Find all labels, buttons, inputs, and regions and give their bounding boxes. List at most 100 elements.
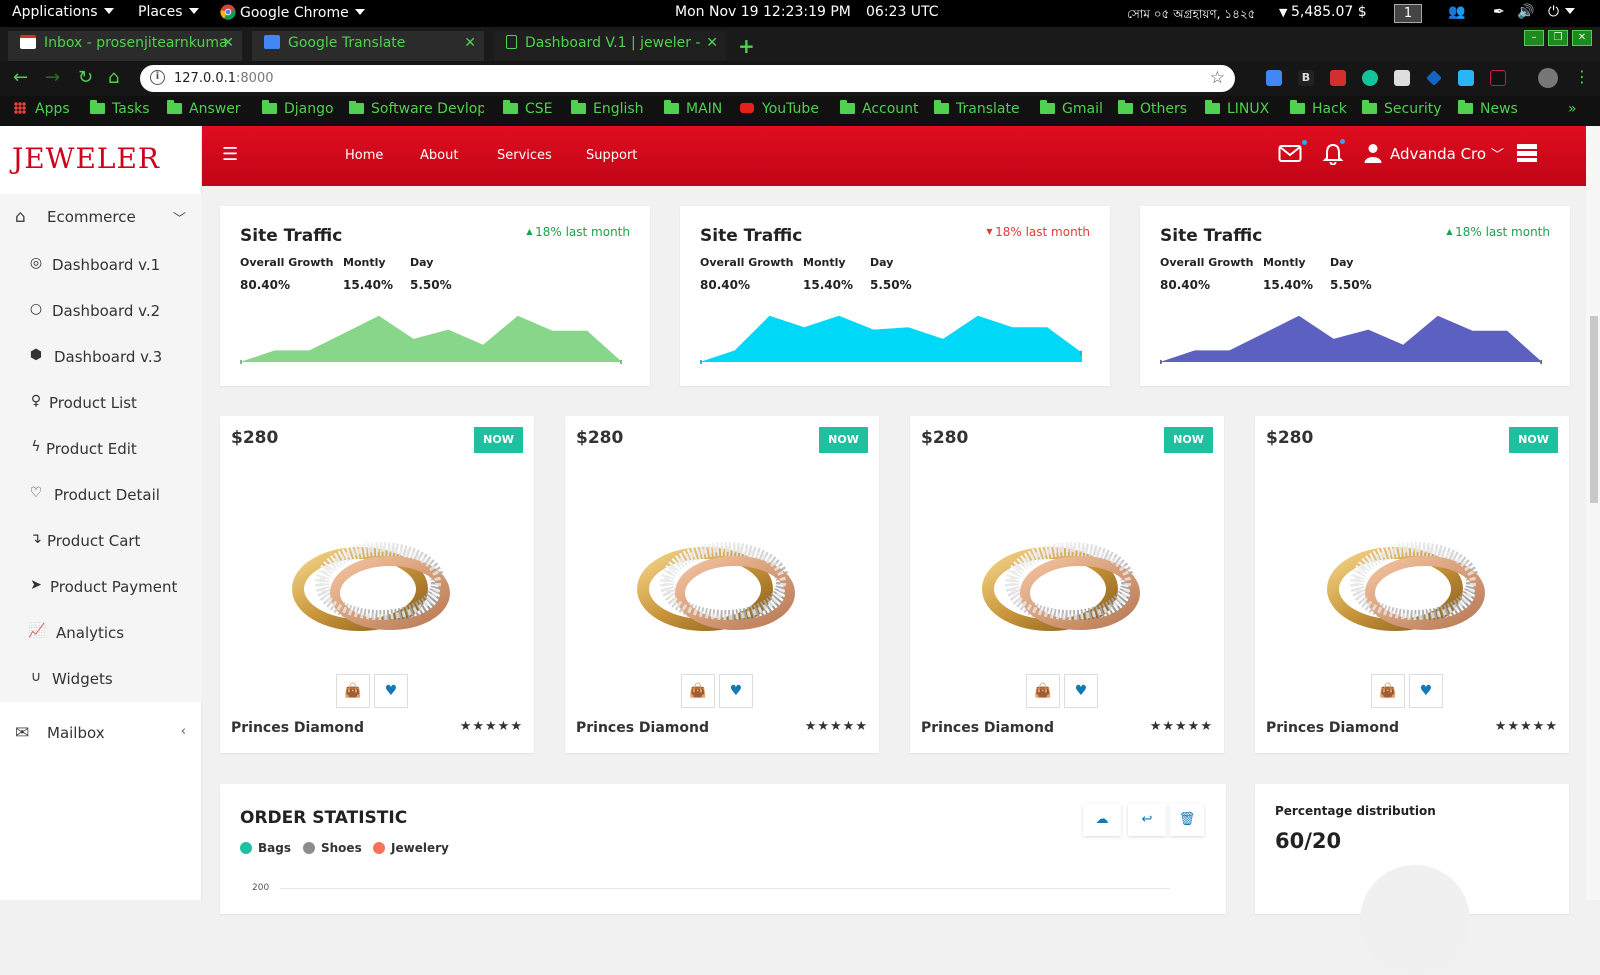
sidebar-section-ecommerce[interactable]: ⌂ Ecommerce ﹀	[0, 194, 202, 242]
product-name[interactable]: Princes Diamond	[231, 720, 364, 736]
pdf-extension-icon[interactable]	[1330, 70, 1346, 86]
chrome-app-menu[interactable]: Google Chrome	[220, 4, 365, 21]
now-badge[interactable]: NOW	[1509, 427, 1558, 453]
bookmark-folder[interactable]: Gmail	[1040, 100, 1103, 117]
power-icon[interactable]: ⏻	[1548, 4, 1576, 20]
bookmark-apps[interactable]: Apps	[14, 101, 70, 117]
legend-item-jewelery[interactable]: Jewelery	[373, 841, 449, 855]
close-tab-icon[interactable]: ✕	[464, 35, 476, 51]
hamburger-menu-icon[interactable]: ☰	[222, 144, 238, 165]
bookmark-folder[interactable]: Security	[1362, 100, 1442, 117]
tab-gmail[interactable]: Inbox - prosenjitearnkuma ✕	[8, 31, 242, 61]
tab-translate[interactable]: Google Translate ✕	[252, 31, 484, 61]
reload-icon[interactable]: ↻	[78, 67, 93, 88]
sidebar-item-dashboard-v3[interactable]: ⬢ Dashboard v.3	[0, 334, 202, 380]
diamond-extension-icon[interactable]	[1426, 70, 1442, 86]
bookmark-folder[interactable]: Software Devlop	[349, 101, 484, 117]
back-icon[interactable]: ←	[13, 67, 28, 88]
sidebar-item-widgets[interactable]: ∪ Widgets	[0, 656, 202, 702]
cart-button[interactable]: 👜	[1026, 674, 1060, 708]
new-tab-button[interactable]: +	[738, 34, 755, 58]
sidebar-item-product-payment[interactable]: ➤ Product Payment	[0, 564, 202, 610]
hex-extension-icon[interactable]	[1458, 70, 1474, 86]
legend-item-shoes[interactable]: Shoes	[303, 841, 362, 855]
maximize-button[interactable]: ❐	[1548, 30, 1568, 46]
close-tab-icon[interactable]: ✕	[706, 35, 718, 51]
wishlist-button[interactable]: ♥	[374, 674, 408, 708]
bell-icon[interactable]	[1322, 143, 1344, 170]
menu-dots-icon[interactable]: ⋮	[1574, 67, 1590, 86]
sidebar-item-product-list[interactable]: ♀ Product List	[0, 380, 202, 426]
now-badge[interactable]: NOW	[819, 427, 868, 453]
cart-button[interactable]: 👜	[1371, 674, 1405, 708]
tab-dashboard[interactable]: Dashboard V.1 | jeweler - ✕	[494, 31, 726, 61]
sidebar-section-mailbox[interactable]: ✉ Mailbox ‹	[0, 710, 202, 758]
home-icon[interactable]: ⌂	[108, 67, 119, 88]
page-scrollbar[interactable]	[1586, 126, 1600, 900]
sidebar-item-product-cart[interactable]: ↴ Product Cart	[0, 518, 202, 564]
bookmark-youtube[interactable]: YouTube	[740, 101, 819, 117]
applications-menu[interactable]: Applications	[12, 4, 114, 20]
dev-extension-icon[interactable]	[1490, 70, 1506, 86]
sidebar-item-analytics[interactable]: 📈 Analytics	[0, 610, 202, 656]
close-tab-icon[interactable]: ✕	[222, 35, 234, 51]
forward-icon[interactable]: →	[45, 67, 60, 88]
user-menu[interactable]: Advanda Cro ﹀	[1390, 144, 1504, 163]
bookmark-folder[interactable]: Hack	[1290, 100, 1347, 117]
now-badge[interactable]: NOW	[1164, 427, 1213, 453]
download-button[interactable]: ☁	[1083, 804, 1121, 836]
url-input[interactable]: i 127.0.0.1:8000 ☆	[140, 65, 1235, 92]
bookmark-folder[interactable]: Others	[1118, 100, 1187, 117]
nav-support[interactable]: Support	[586, 148, 637, 163]
nav-services[interactable]: Services	[497, 148, 552, 163]
volume-icon[interactable]: 🔊	[1517, 4, 1534, 20]
places-menu[interactable]: Places	[138, 4, 199, 20]
more-bookmarks-button[interactable]: »	[1568, 101, 1577, 117]
info-icon[interactable]: i	[150, 70, 165, 85]
close-window-button[interactable]: ✕	[1572, 30, 1592, 46]
product-name[interactable]: Princes Diamond	[1266, 720, 1399, 736]
bookmark-folder[interactable]: Django	[262, 100, 334, 117]
cart-button[interactable]: 👜	[336, 674, 370, 708]
people-icon[interactable]: 👥	[1448, 4, 1465, 20]
jeweler-logo[interactable]: JEWELER	[12, 142, 160, 175]
cart-button[interactable]: 👜	[681, 674, 715, 708]
bookmark-folder[interactable]: CSE	[503, 100, 553, 117]
product-card[interactable]: $280 NOW 👜 ♥ Princes Diamond ★★★★★	[565, 416, 879, 753]
product-card[interactable]: $280 NOW 👜 ♥ Princes Diamond ★★★★★	[910, 416, 1224, 753]
wishlist-button[interactable]: ♥	[1409, 674, 1443, 708]
bookmark-folder[interactable]: News	[1458, 100, 1518, 117]
bookmark-star-icon[interactable]: ☆	[1210, 68, 1225, 88]
minimize-button[interactable]: –	[1524, 30, 1544, 46]
sidebar-item-product-detail[interactable]: ♡ Product Detail	[0, 472, 202, 518]
profile-avatar[interactable]	[1538, 68, 1558, 88]
wishlist-button[interactable]: ♥	[719, 674, 753, 708]
pen-icon[interactable]: ✒	[1493, 4, 1505, 20]
nav-home[interactable]: Home	[345, 148, 383, 163]
bookmark-folder[interactable]: English	[571, 100, 644, 117]
product-card[interactable]: $280 NOW 👜 ♥ Princes Diamond ★★★★★	[1255, 416, 1569, 753]
legend-item-bags[interactable]: Bags	[240, 841, 291, 855]
user-icon[interactable]	[1364, 143, 1382, 168]
bookmark-folder[interactable]: Answer	[167, 100, 241, 117]
sidebar-item-dashboard-v1[interactable]: ◎ Dashboard v.1	[0, 242, 202, 288]
server-stack-icon[interactable]	[1516, 143, 1538, 168]
workspace-indicator[interactable]: 1	[1394, 4, 1422, 23]
grid-extension-icon[interactable]	[1394, 70, 1410, 86]
mail-icon[interactable]	[1278, 143, 1302, 168]
product-card[interactable]: $280 NOW 👜 ♥ Princes Diamond ★★★★★	[220, 416, 534, 753]
bold-extension-icon[interactable]: B	[1298, 70, 1314, 86]
scrollbar-thumb[interactable]	[1590, 316, 1598, 503]
bookmark-folder[interactable]: Translate	[934, 100, 1020, 117]
delete-button[interactable]: 🗑	[1170, 804, 1204, 836]
sidebar-item-dashboard-v2[interactable]: ○ Dashboard v.2	[0, 288, 202, 334]
translate-extension-icon[interactable]	[1266, 70, 1282, 86]
product-name[interactable]: Princes Diamond	[921, 720, 1054, 736]
wishlist-button[interactable]: ♥	[1064, 674, 1098, 708]
reply-button[interactable]: ↩	[1128, 804, 1166, 836]
bookmark-folder[interactable]: MAIN	[664, 100, 722, 117]
bookmark-folder[interactable]: Account	[840, 100, 919, 117]
bookmark-folder[interactable]: LINUX	[1205, 100, 1269, 117]
nav-about[interactable]: About	[420, 148, 458, 163]
sidebar-item-product-edit[interactable]: ϟ Product Edit	[0, 426, 202, 472]
